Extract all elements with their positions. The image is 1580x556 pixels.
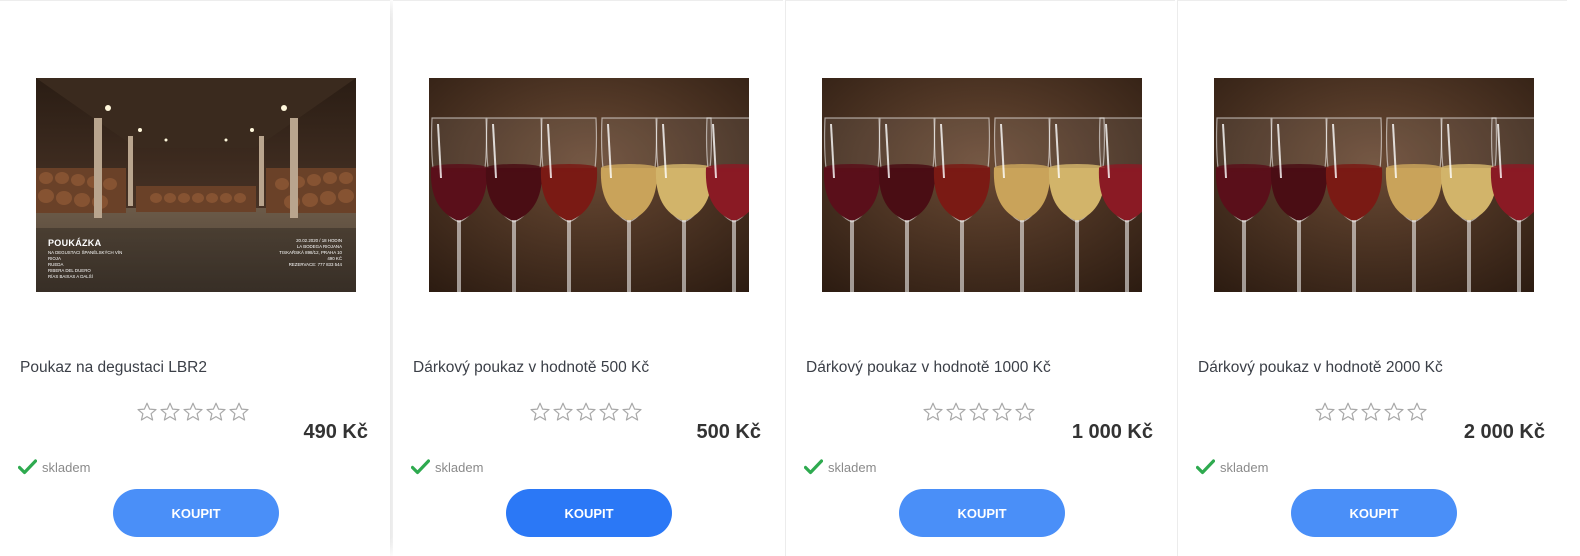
- star-icon[interactable]: [182, 401, 204, 423]
- product-price: 500 Kč: [696, 421, 762, 443]
- voucher-line: REZERVACE: 777 833 544: [288, 262, 342, 267]
- buy-button[interactable]: KOUPIT: [506, 489, 672, 537]
- stock-label: skladem: [1220, 459, 1269, 475]
- stock-label: skladem: [435, 459, 484, 475]
- wine-glasses-image: [429, 78, 749, 292]
- stock-label: skladem: [42, 459, 91, 475]
- product-grid: POUKÁZKA NA DEGUSTACI ŠPANĚLSKÝCH VÍN RI…: [0, 0, 1580, 556]
- star-icon[interactable]: [136, 401, 158, 423]
- product-card: Dárkový poukaz v hodnotě 2000 Kč 2 000 K…: [1177, 0, 1567, 556]
- product-image[interactable]: [429, 78, 749, 292]
- divider: [786, 0, 1175, 1]
- product-name[interactable]: Dárkový poukaz v hodnotě 1000 Kč: [806, 359, 1166, 377]
- star-icon[interactable]: [598, 401, 620, 423]
- voucher-line: RÍAS BAIXAS A DALŠÍ: [48, 274, 93, 279]
- divider: [0, 0, 390, 1]
- product-name[interactable]: Dárkový poukaz v hodnotě 500 Kč: [413, 359, 773, 377]
- star-icon[interactable]: [228, 401, 250, 423]
- rating-stars[interactable]: [922, 401, 1036, 423]
- star-icon[interactable]: [1014, 401, 1036, 423]
- stock-status: skladem: [804, 459, 876, 475]
- star-icon[interactable]: [1337, 401, 1359, 423]
- voucher-details-left: NA DEGUSTACI ŠPANĚLSKÝCH VÍN RIOJA RUEDA…: [48, 250, 122, 280]
- check-icon: [804, 459, 823, 475]
- product-image[interactable]: [822, 78, 1142, 292]
- product-price: 2 000 Kč: [1463, 421, 1545, 443]
- rating-stars[interactable]: [529, 401, 643, 423]
- product-price: 490 Kč: [303, 421, 369, 443]
- star-icon[interactable]: [991, 401, 1013, 423]
- star-icon[interactable]: [529, 401, 551, 423]
- star-icon[interactable]: [159, 401, 181, 423]
- check-icon: [18, 459, 37, 475]
- product-card: Dárkový poukaz v hodnotě 1000 Kč 1 000 K…: [785, 0, 1175, 556]
- star-icon[interactable]: [945, 401, 967, 423]
- check-icon: [411, 459, 430, 475]
- stock-status: skladem: [1196, 459, 1268, 475]
- star-icon[interactable]: [1314, 401, 1336, 423]
- star-icon[interactable]: [205, 401, 227, 423]
- check-icon: [1196, 459, 1215, 475]
- product-name[interactable]: Poukaz na degustaci LBR2: [20, 359, 380, 377]
- star-icon[interactable]: [968, 401, 990, 423]
- rating-stars[interactable]: [136, 401, 250, 423]
- rating-stars[interactable]: [1314, 401, 1428, 423]
- product-price: 1 000 Kč: [1071, 421, 1153, 443]
- divider: [393, 0, 783, 1]
- product-card: POUKÁZKA NA DEGUSTACI ŠPANĚLSKÝCH VÍN RI…: [0, 0, 390, 556]
- product-name[interactable]: Dárkový poukaz v hodnotě 2000 Kč: [1198, 359, 1558, 377]
- stock-label: skladem: [828, 459, 877, 475]
- product-image[interactable]: POUKÁZKA NA DEGUSTACI ŠPANĚLSKÝCH VÍN RI…: [36, 78, 356, 292]
- voucher-details-right: 20.02.2020 / 18 HODIN LA BODEGA RIOJANA …: [279, 238, 342, 268]
- buy-button[interactable]: KOUPIT: [113, 489, 279, 537]
- star-icon[interactable]: [1383, 401, 1405, 423]
- star-icon[interactable]: [621, 401, 643, 423]
- stock-status: skladem: [18, 459, 90, 475]
- star-icon[interactable]: [1406, 401, 1428, 423]
- star-icon[interactable]: [552, 401, 574, 423]
- product-card: Dárkový poukaz v hodnotě 500 Kč 500 Kč s…: [393, 0, 783, 556]
- voucher-title: POUKÁZKA: [48, 238, 102, 248]
- buy-button[interactable]: KOUPIT: [899, 489, 1065, 537]
- product-image[interactable]: [1214, 78, 1534, 292]
- divider: [1178, 0, 1567, 1]
- stock-status: skladem: [411, 459, 483, 475]
- star-icon[interactable]: [922, 401, 944, 423]
- wine-glasses-image: [1214, 78, 1534, 292]
- wine-glasses-image: [822, 78, 1142, 292]
- star-icon[interactable]: [1360, 401, 1382, 423]
- star-icon[interactable]: [575, 401, 597, 423]
- buy-button[interactable]: KOUPIT: [1291, 489, 1457, 537]
